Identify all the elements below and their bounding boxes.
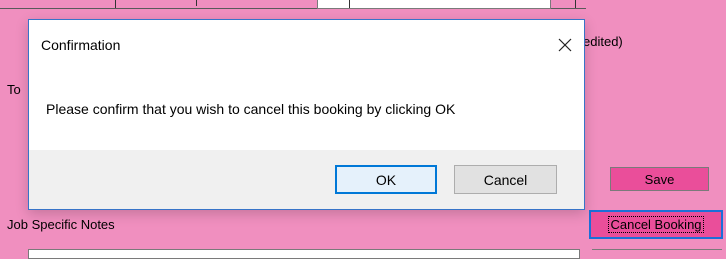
divider [115, 0, 116, 8]
dialog-message: Please confirm that you wish to cancel t… [46, 101, 456, 117]
dialog-footer: OK Cancel [29, 150, 584, 209]
job-notes-input[interactable] [28, 249, 580, 259]
save-button-label: Save [644, 171, 675, 187]
bottom-field [592, 249, 722, 258]
divider [575, 0, 576, 8]
cancel-booking-button[interactable]: Cancel Booking [589, 210, 723, 239]
confirmation-dialog: Confirmation Please confirm that you wis… [28, 19, 585, 210]
ok-button-label: OK [375, 171, 397, 188]
top-input-field[interactable] [317, 0, 551, 9]
edited-label: edited) [583, 34, 623, 49]
close-icon [558, 38, 572, 52]
cancel-button-label: Cancel [483, 171, 528, 188]
divider [349, 0, 350, 8]
save-button[interactable]: Save [610, 167, 709, 191]
close-button[interactable] [546, 26, 584, 64]
cancel-booking-label: Cancel Booking [608, 216, 704, 233]
dialog-title: Confirmation [41, 37, 121, 53]
cancel-button[interactable]: Cancel [454, 165, 557, 194]
ok-button[interactable]: OK [335, 165, 437, 194]
divider [196, 0, 197, 6]
job-specific-notes-label: Job Specific Notes [7, 217, 115, 232]
